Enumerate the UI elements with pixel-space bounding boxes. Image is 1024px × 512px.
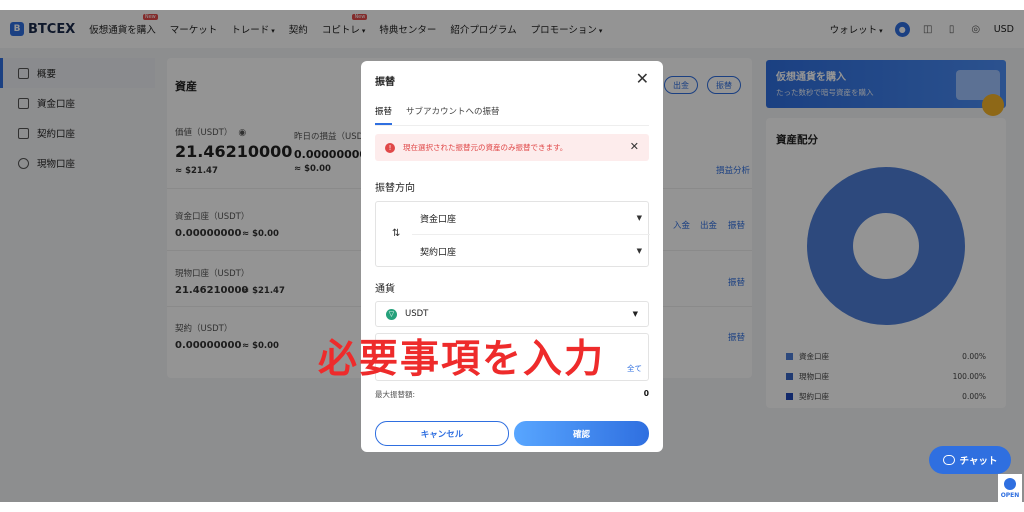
tab-subaccount-transfer[interactable]: サブアカウントへの振替 xyxy=(406,105,500,125)
swap-icon[interactable]: ⇅ xyxy=(392,228,400,239)
caption-overlay-text: 必要事項を入力 xyxy=(318,337,606,382)
chevron-down-icon: ▼ xyxy=(636,247,642,255)
info-alert: ! 現在選択された振替元の資産のみ振替できます。 ✕ xyxy=(375,134,649,161)
chevron-down-icon: ▼ xyxy=(636,214,642,222)
all-button[interactable]: 全て xyxy=(627,363,642,374)
modal-tabs: 振替 サブアカウントへの振替 xyxy=(375,105,500,125)
chevron-down-icon: ▼ xyxy=(632,310,638,318)
warning-icon: ! xyxy=(385,142,395,153)
close-icon[interactable]: ✕ xyxy=(636,69,649,88)
direction-label: 振替方向 xyxy=(375,183,415,194)
currency-select[interactable]: ▽ USDT ▼ xyxy=(375,301,649,327)
cancel-button[interactable]: キャンセル xyxy=(375,421,509,446)
modal-title: 振替 xyxy=(375,77,395,88)
close-icon[interactable]: ✕ xyxy=(630,140,639,153)
usdt-icon: ▽ xyxy=(386,308,397,320)
app-frame: B BTCEX 仮想通貨を購入 New マーケット トレード ▾ 契約 コピトレ ▾… xyxy=(0,10,1024,502)
transfer-direction-box: ⇅ 資金口座 ▼ 契約口座 ▼ xyxy=(375,201,650,267)
confirm-button[interactable]: 確認 xyxy=(514,421,649,446)
tab-transfer[interactable]: 振替 xyxy=(375,105,393,125)
tab-underline xyxy=(375,125,649,126)
from-account-select[interactable]: 資金口座 ▼ xyxy=(420,202,642,234)
open-icon xyxy=(1004,477,1016,490)
currency-label: 通貨 xyxy=(375,284,395,295)
open-widget[interactable]: OPEN xyxy=(998,474,1022,502)
max-transfer-row: 最大振替額: 0 xyxy=(375,389,649,399)
to-account-select[interactable]: 契約口座 ▼ xyxy=(420,235,642,267)
chat-icon xyxy=(942,455,955,465)
transfer-modal: 振替 ✕ 振替 サブアカウントへの振替 ! 現在選択された振替元の資産のみ振替で… xyxy=(361,61,663,452)
chat-button[interactable]: チャット xyxy=(929,446,1011,474)
